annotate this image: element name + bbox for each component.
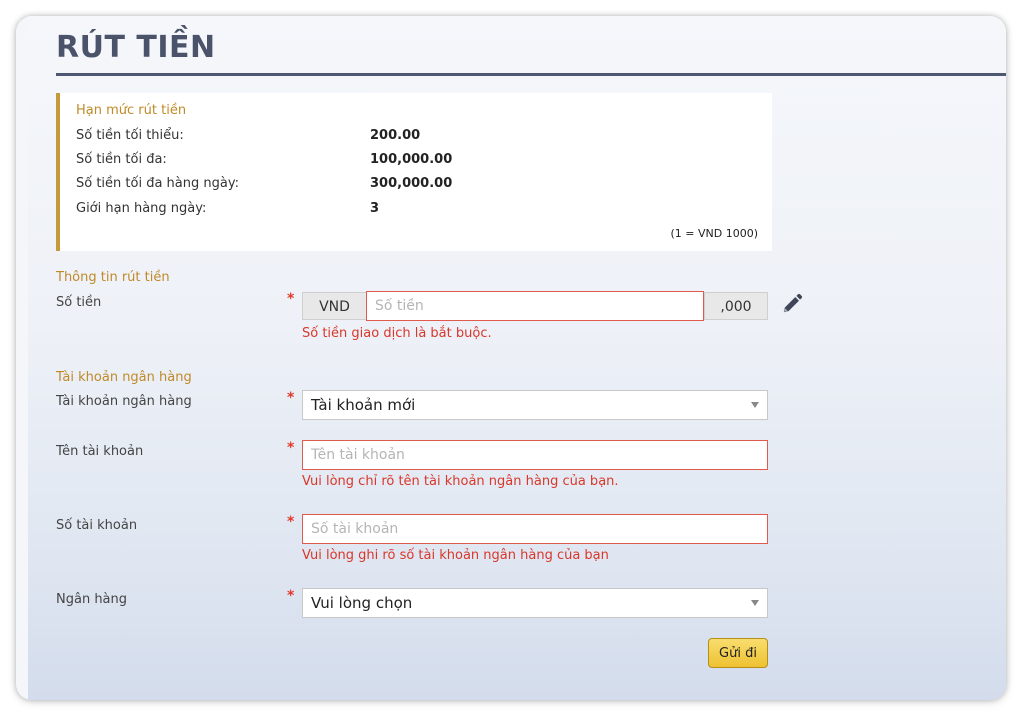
limit-value: 100,000.00 (370, 152, 453, 167)
required-mark: * (287, 440, 295, 456)
account-name-error: Vui lòng chỉ rõ tên tài khoản ngân hàng … (302, 474, 619, 489)
account-name-label: Tên tài khoản (56, 444, 144, 459)
chevron-down-icon (751, 402, 759, 408)
required-mark: * (287, 291, 295, 307)
currency-addon: VND (302, 292, 367, 320)
account-number-label: Số tài khoản (56, 518, 138, 533)
amount-label: Số tiền (56, 295, 102, 310)
withdraw-card: RÚT TIỀN Hạn mức rút tiền Số tiền tối th… (16, 16, 1006, 700)
submit-button[interactable]: Gửi đi (708, 638, 768, 668)
limit-label: Số tiền tối đa hàng ngày: (76, 176, 239, 191)
bank-label: Ngân hàng (56, 592, 128, 607)
limits-title: Hạn mức rút tiền (76, 103, 187, 118)
withdraw-panel: RÚT TIỀN Hạn mức rút tiền Số tiền tối th… (28, 16, 1006, 700)
required-mark: * (287, 588, 295, 604)
required-mark: * (287, 390, 295, 406)
currency-conversion-note: (1 = VND 1000) (670, 227, 758, 240)
limit-value: 3 (370, 201, 380, 216)
limit-value: 300,000.00 (370, 176, 453, 191)
bank-account-select-value: Tài khoản mới (311, 396, 416, 414)
bank-select[interactable]: Vui lòng chọn (302, 588, 768, 618)
account-number-error: Vui lòng ghi rõ số tài khoản ngân hàng c… (302, 548, 609, 563)
withdraw-limits-box: Hạn mức rút tiền Số tiền tối thiểu: 200.… (56, 93, 772, 251)
account-number-input[interactable] (302, 514, 768, 544)
bank-account-select-label: Tài khoản ngân hàng (56, 394, 192, 409)
bank-account-section-title: Tài khoản ngân hàng (56, 370, 192, 385)
amount-input[interactable] (366, 291, 704, 321)
withdraw-info-section-title: Thông tin rút tiền (56, 270, 170, 285)
limit-label: Số tiền tối đa: (76, 152, 167, 167)
account-name-input[interactable] (302, 440, 768, 470)
limit-label: Giới hạn hàng ngày: (76, 201, 207, 216)
required-mark: * (287, 514, 295, 530)
chevron-down-icon (751, 600, 759, 606)
limit-value: 200.00 (370, 128, 421, 143)
title-divider (56, 73, 1006, 76)
bank-select-value: Vui lòng chọn (311, 594, 413, 612)
page-title: RÚT TIỀN (56, 30, 216, 65)
bank-account-select[interactable]: Tài khoản mới (302, 390, 768, 420)
limit-label: Số tiền tối thiểu: (76, 128, 184, 143)
pencil-icon[interactable] (781, 293, 803, 315)
amount-error: Số tiền giao dịch là bắt buộc. (302, 326, 492, 341)
amount-suffix-addon: ,000 (704, 292, 768, 320)
